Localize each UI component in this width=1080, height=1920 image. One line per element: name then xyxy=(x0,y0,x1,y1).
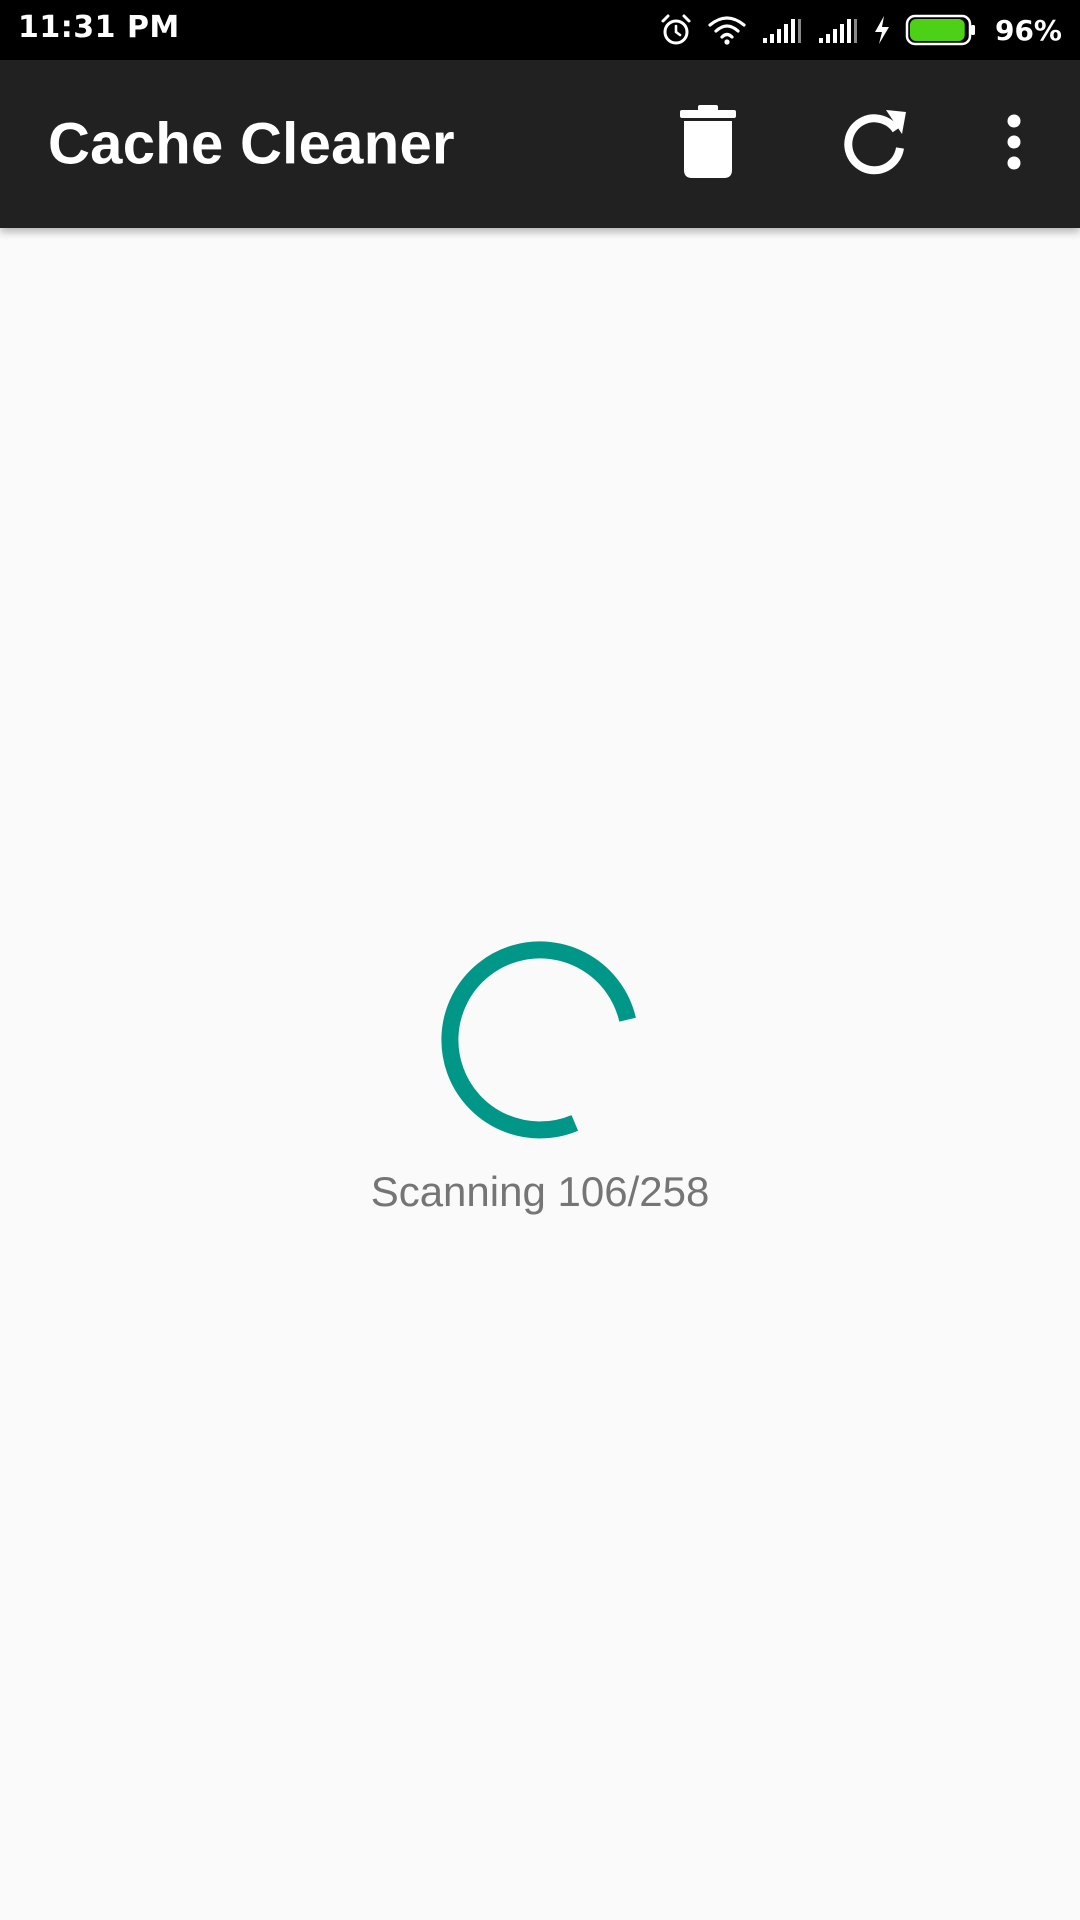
screen: 11:31 PM 96% Cache Cleaner Scanning 106/… xyxy=(0,0,1080,1920)
scan-progress-text: Scanning 106/258 xyxy=(370,1168,710,1215)
app-title: Cache Cleaner xyxy=(48,111,455,177)
progress-spinner xyxy=(441,941,636,1139)
wifi-icon xyxy=(707,15,747,45)
signal-icon xyxy=(817,16,859,44)
app-bar: Cache Cleaner xyxy=(0,60,1080,228)
main-content: Scanning 106/258 xyxy=(0,228,1080,1920)
status-icons: 96% xyxy=(659,0,1062,60)
status-time: 11:31 PM xyxy=(18,10,180,45)
battery-icon xyxy=(905,14,977,46)
trash-icon xyxy=(678,104,738,184)
signal-icon xyxy=(761,16,803,44)
charging-icon xyxy=(873,15,891,45)
more-options-button[interactable] xyxy=(966,96,1062,192)
status-bar: 11:31 PM 96% xyxy=(0,0,1080,60)
refresh-icon xyxy=(840,106,912,182)
more-vert-icon xyxy=(1004,114,1024,174)
alarm-icon xyxy=(659,13,693,47)
battery-percent: 96% xyxy=(994,13,1062,47)
delete-button[interactable] xyxy=(660,96,756,192)
refresh-button[interactable] xyxy=(828,96,924,192)
